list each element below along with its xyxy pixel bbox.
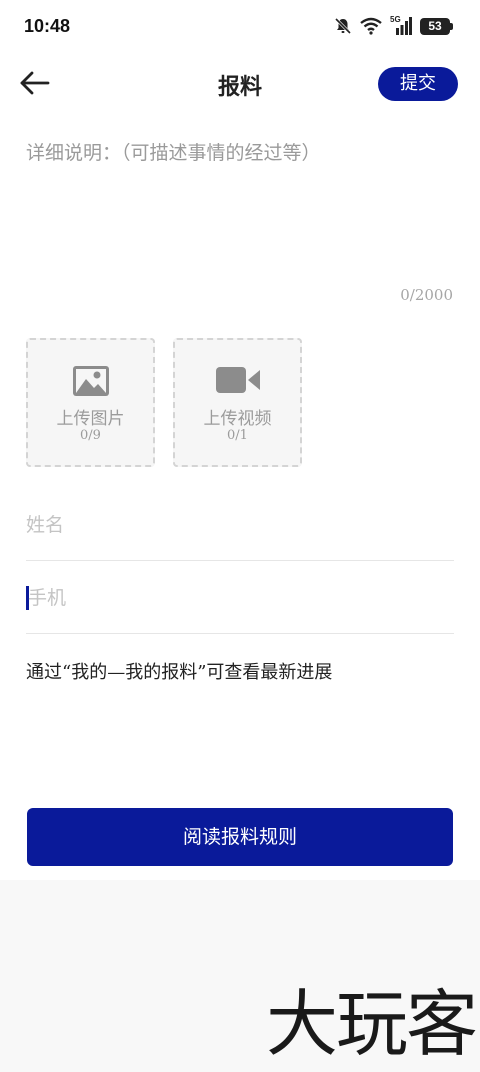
upload-video-label: 上传视频 bbox=[203, 409, 272, 429]
submit-button[interactable]: 提交 bbox=[378, 67, 458, 101]
cellular-signal-icon: 5G bbox=[390, 15, 412, 35]
image-icon bbox=[72, 366, 109, 396]
wifi-icon bbox=[360, 17, 382, 35]
status-icons: 5G 53 bbox=[334, 15, 453, 35]
bell-off-icon bbox=[334, 17, 352, 35]
status-bar: 10:48 5G 53 bbox=[0, 0, 480, 56]
status-time: 10:48 bbox=[24, 16, 71, 36]
phone-input[interactable] bbox=[26, 580, 454, 616]
upload-image-label: 上传图片 bbox=[56, 409, 125, 429]
progress-hint-text: 通过“我的—我的报料”可查看最新进展 bbox=[26, 662, 333, 683]
phone-field bbox=[26, 562, 454, 634]
upload-image-button[interactable]: 上传图片 0/9 bbox=[26, 338, 155, 467]
upload-video-count: 0/1 bbox=[227, 428, 248, 443]
char-counter: 0/2000 bbox=[400, 286, 453, 304]
page-header: 报料 提交 bbox=[0, 56, 480, 112]
name-input[interactable] bbox=[26, 507, 454, 543]
upload-image-count: 0/9 bbox=[80, 428, 101, 443]
video-camera-icon bbox=[215, 367, 260, 393]
bottom-panel: 大玩客 bbox=[0, 880, 480, 1072]
upload-video-button[interactable]: 上传视频 0/1 bbox=[173, 338, 302, 467]
battery-icon: 53 bbox=[420, 17, 453, 35]
name-field bbox=[26, 489, 454, 561]
description-textarea[interactable] bbox=[26, 138, 454, 278]
read-rules-button[interactable]: 阅读报料规则 bbox=[27, 808, 453, 866]
watermark-logo: 大玩客 bbox=[265, 982, 478, 1066]
